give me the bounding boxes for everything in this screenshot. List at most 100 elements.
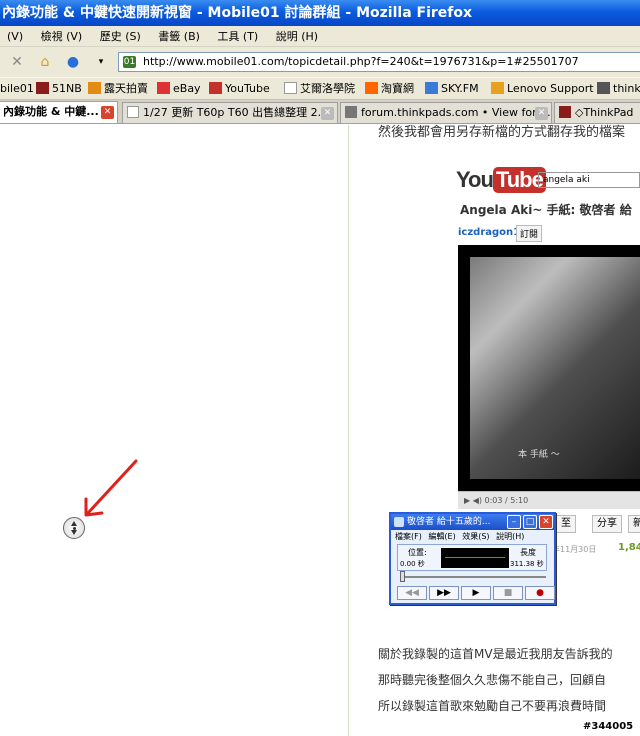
close-icon: ✕ — [539, 515, 553, 529]
close-tab-icon[interactable]: ✕ — [101, 106, 114, 119]
bookmark-airlo[interactable]: 艾爾洛學院 — [284, 78, 355, 99]
video-frame — [470, 257, 640, 479]
youtube-player-controls: ▶ ◀) 0:03 / 5:10 — [458, 491, 640, 509]
bookmark-label: eBay — [173, 82, 201, 95]
article-paragraph-3: 所以錄製這首歌來勉勵自己不要再浪費時間 — [378, 699, 607, 713]
bookmark-label: 淘寶網 — [381, 82, 414, 95]
bookmark-star-icon[interactable]: ● — [62, 52, 84, 72]
bookmark-label: 露天拍賣 — [104, 82, 148, 95]
length-value: 311.38 秒 — [510, 560, 544, 568]
page-icon — [127, 106, 139, 118]
autoscroll-icon[interactable] — [63, 517, 85, 539]
minimize-icon: – — [507, 515, 521, 529]
media-player-title: 敬啓者 給十五歲的... — [407, 517, 491, 527]
url-input[interactable]: 01 http://www.mobile01.com/topicdetail.p… — [118, 52, 640, 72]
youtube-user: iczdragon1 — [458, 227, 521, 238]
youtube-like-button: 至 — [556, 515, 576, 533]
menu-view[interactable]: 檢視 (V) — [34, 26, 90, 47]
youtube-views: 1,84 — [618, 542, 640, 553]
menu-help: 說明(H) — [496, 532, 525, 541]
youtube-screenshot: You Tube angela aki Angela Aki~ 手紙: 敬啓者 給… — [452, 165, 640, 554]
bookmark-label: bile01 — [0, 82, 34, 95]
bookmark-label: YouTube — [225, 82, 270, 95]
bookmarks-toolbar: bile01 51NB 露天拍賣 eBay YouTube 艾爾洛學院 淘寶網 … — [0, 77, 640, 100]
menu-history[interactable]: 歷史 (S) — [93, 26, 148, 47]
youtube-more-button: 新 — [628, 515, 640, 533]
youtube-logo: You Tube — [456, 167, 546, 193]
tab-label: 內錄功能 & 中鍵... — [3, 105, 99, 118]
page-content: 然後我都會用另存新檔的方式翻存我的檔案 You Tube angela aki A… — [0, 125, 640, 736]
media-player-info: 位置: 0.00 秒 長度 311.38 秒 — [397, 544, 547, 571]
media-player-menu: 檔案(F) 編輯(E) 效果(S) 說明(H) — [395, 531, 528, 542]
youtube-share-button: 分享 — [592, 515, 622, 533]
bookmark-think[interactable]: think — [597, 78, 640, 99]
position-value: 0.00 秒 — [400, 560, 425, 568]
bookmark-label: 51NB — [52, 82, 82, 95]
record-button: ● — [525, 586, 555, 600]
seek-slider — [401, 576, 546, 578]
home-icon[interactable]: ⌂ — [34, 52, 56, 72]
article-paragraph-2: 那時聽完後整個久久悲傷不能自己，回顧自 — [378, 673, 607, 687]
stop-button: ■ — [493, 586, 523, 600]
close-tab-icon[interactable]: ✕ — [535, 107, 548, 120]
bookmark-ebay[interactable]: eBay — [157, 78, 201, 99]
video-caption: 本 手紙 ～ — [518, 450, 560, 460]
menu-effects: 效果(S) — [462, 532, 490, 541]
site-favicon-icon: 01 — [123, 56, 136, 68]
dropdown-arrow-icon[interactable]: ▾ — [90, 52, 112, 72]
menu-edit: 編輯(E) — [428, 532, 456, 541]
bookmark-51nb[interactable]: 51NB — [36, 78, 82, 99]
bookmark-label: Lenovo Support — [507, 82, 594, 95]
bookmark-taobao[interactable]: 淘寶網 — [365, 78, 414, 99]
article-paragraph-1: 關於我錄製的這首MV是最近我朋友告訴我的 — [378, 647, 613, 661]
thinkpads-icon — [345, 106, 357, 118]
youtube-video-player: 本 手紙 ～ — [458, 245, 640, 491]
youtube-icon — [209, 82, 222, 94]
bookmark-label: SKY.FM — [441, 82, 479, 95]
menu-help[interactable]: 說明 (H) — [269, 26, 325, 47]
youtube-video-title: Angela Aki~ 手紙: 敬啓者 給 — [460, 203, 632, 217]
menu-view-partial[interactable]: (V) — [0, 26, 30, 47]
tab-label: ◇ThinkPad — [575, 106, 634, 119]
red-arrow-icon — [84, 459, 138, 517]
app-icon — [394, 517, 404, 527]
close-tab-icon[interactable]: ✕ — [321, 107, 334, 120]
menu-bookmarks[interactable]: 書籤 (B) — [151, 26, 207, 47]
rewind-button: ◀◀ — [397, 586, 427, 600]
window-title: 內錄功能 & 中鍵快速開新視窗 - Mobile01 討論群組 - Mozill… — [0, 0, 640, 26]
article-cut-line: 然後我都會用另存新檔的方式翻存我的檔案 — [378, 125, 626, 140]
youtube-subscribe-button: 訂閱 — [516, 225, 543, 242]
bookmark-ruten[interactable]: 露天拍賣 — [88, 78, 148, 99]
tab-label: 1/27 更新 T60p T60 出售總整理 2... — [143, 106, 329, 119]
bookmark-skyfm[interactable]: SKY.FM — [425, 78, 479, 99]
51nb-icon — [36, 82, 49, 94]
youtube-search-input: angela aki — [538, 172, 640, 188]
menu-file: 檔案(F) — [395, 532, 422, 541]
tab-current[interactable]: 內錄功能 & 中鍵... ✕ — [0, 101, 118, 123]
skyfm-icon — [425, 82, 438, 94]
bookmark-mobile01[interactable]: bile01 — [0, 78, 34, 99]
seek-thumb — [400, 571, 405, 582]
waveform-display — [441, 548, 509, 568]
play-button: ▶ — [461, 586, 491, 600]
page-icon — [284, 82, 297, 94]
image-watermark: #344005 — [583, 721, 634, 732]
youtube-date: 年11月30日 — [552, 545, 597, 554]
lenovo-icon — [491, 82, 504, 94]
ebay-icon — [157, 82, 170, 94]
tab-label: forum.thinkpads.com • View foru... — [361, 106, 552, 119]
navigation-toolbar: ✕ ⌂ ● ▾ 01 http://www.mobile01.com/topic… — [0, 47, 640, 77]
maximize-icon: □ — [523, 515, 537, 529]
stop-icon[interactable]: ✕ — [6, 52, 28, 72]
position-label: 位置: — [408, 548, 427, 557]
tab-t60p[interactable]: 1/27 更新 T60p T60 出售總整理 2... ✕ — [122, 102, 338, 123]
youtube-time: 0:03 / 5:10 — [484, 496, 529, 505]
menu-tools[interactable]: 工具 (T) — [210, 26, 265, 47]
bookmark-youtube[interactable]: YouTube — [209, 78, 270, 99]
bookmark-label: think — [613, 82, 640, 95]
length-label: 長度 — [520, 548, 536, 557]
51nb-icon — [559, 106, 571, 118]
menu-bar: (V) 檢視 (V) 歷史 (S) 書籤 (B) 工具 (T) 說明 (H) — [0, 26, 640, 47]
bookmark-lenovo[interactable]: Lenovo Support — [491, 78, 594, 99]
ruten-icon — [88, 82, 101, 94]
